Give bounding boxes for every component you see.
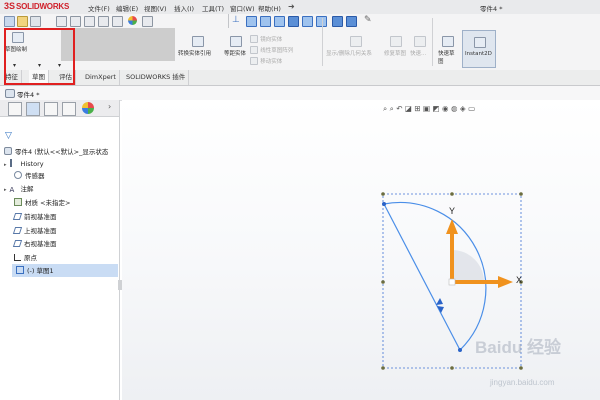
y-axis-arrowhead [446,219,458,234]
handle[interactable] [381,280,385,284]
x-axis-arrowhead [498,276,513,288]
sketch-endpoint[interactable] [382,202,386,206]
direction-arrow [437,306,444,313]
baidu-watermark-url: jingyan.baidu.com [490,378,555,387]
origin-point [448,278,456,286]
sketch-line[interactable] [383,203,461,351]
handle[interactable] [381,366,385,370]
direction-arrow [436,298,443,305]
handle[interactable] [519,192,523,196]
y-axis-label: Y [449,206,456,216]
handle[interactable] [450,366,454,370]
handle[interactable] [450,192,454,196]
sketch-endpoint[interactable] [458,348,462,352]
handle[interactable] [381,192,385,196]
x-axis-label: X [516,275,523,285]
handle[interactable] [519,366,523,370]
baidu-watermark: Baidu 经验 [475,338,561,357]
